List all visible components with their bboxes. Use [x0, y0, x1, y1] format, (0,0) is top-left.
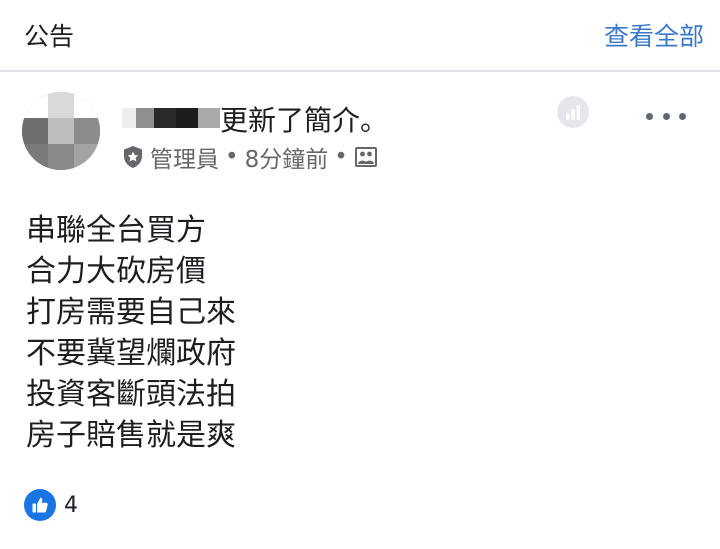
post-line: 不要冀望爛政府 [26, 336, 236, 371]
post-line: 串聯全台買方 [26, 213, 206, 248]
post-activity-text: 更新了簡介。 [220, 104, 389, 137]
announcements-header: 公告 查看全部 [0, 0, 720, 72]
group-photo-icon [354, 146, 378, 168]
bar-chart-icon[interactable] [557, 96, 589, 128]
see-all-link[interactable]: 查看全部 [604, 17, 704, 53]
avatar[interactable] [22, 92, 100, 170]
post-line: 投資客斷頭法拍 [26, 377, 236, 412]
reaction-summary[interactable]: 4 [24, 489, 78, 521]
post-meta: 管理員 • 8分鐘前 • [122, 141, 378, 173]
post-time[interactable]: 8分鐘前 [245, 140, 329, 174]
post-body: 串聯全台買方 合力大砍房價 打房需要自己來 不要冀望爛政府 投資客斷頭法拍 房子… [26, 210, 236, 456]
post-line: 打房需要自己來 [26, 295, 236, 330]
like-count: 4 [64, 492, 78, 518]
meta-separator: • [225, 144, 239, 170]
meta-separator: • [334, 144, 348, 170]
like-icon [24, 489, 56, 521]
post-line: 房子賠售就是爽 [26, 418, 236, 453]
shield-icon [122, 145, 144, 169]
post-line: 合力大砍房價 [26, 254, 206, 289]
section-title: 公告 [24, 22, 75, 51]
more-icon[interactable] [646, 104, 686, 128]
admin-role-label: 管理員 [150, 147, 219, 173]
author-name-redacted[interactable] [122, 108, 220, 128]
